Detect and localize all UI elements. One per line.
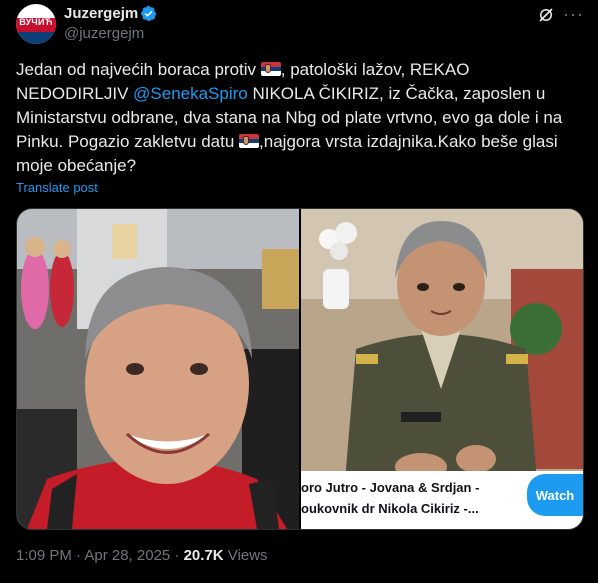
serbia-flag-icon [239, 134, 260, 148]
post-text: Jedan od najvećih boraca protiv , patolo… [16, 58, 584, 178]
post-meta: 1:09 PM · Apr 28, 2025 · 20.7K Views [16, 547, 268, 564]
author-handle[interactable]: @juzergejm [64, 25, 144, 42]
avatar-band [16, 32, 56, 44]
translate-post-link[interactable]: Translate post [16, 180, 98, 195]
video-caption-line: oukovnik dr Nikola Cikiriz -... [301, 501, 479, 516]
video-caption-line: oro Jutro - Jovana & Srdjan - [301, 480, 480, 495]
selfie-photo[interactable] [17, 209, 299, 529]
post-timestamp[interactable]: 1:09 PM · Apr 28, 2025 · [16, 547, 184, 564]
views-count: 20.7K [183, 547, 224, 564]
views-label: Views [223, 547, 268, 564]
verified-badge-icon [141, 5, 157, 22]
media-container[interactable]: oro Jutro - Jovana & Srdjan - oukovnik d… [16, 208, 584, 530]
tv-photo[interactable]: oro Jutro - Jovana & Srdjan - oukovnik d… [301, 209, 583, 529]
post-text-segment: Jedan od najvećih boraca protiv [16, 60, 261, 79]
serbia-flag-icon [260, 62, 281, 76]
watch-button[interactable]: Watch [527, 474, 583, 516]
mention-link[interactable]: @SenekaSpiro [133, 84, 248, 103]
more-options-icon[interactable]: ··· [563, 4, 584, 25]
author-avatar[interactable]: ВУЧИЋ [16, 4, 56, 44]
selfie-illustration [17, 209, 299, 529]
avatar-text: ВУЧИЋ [19, 17, 53, 27]
grok-icon[interactable] [537, 6, 555, 24]
author-name[interactable]: Juzergejm [64, 5, 138, 22]
